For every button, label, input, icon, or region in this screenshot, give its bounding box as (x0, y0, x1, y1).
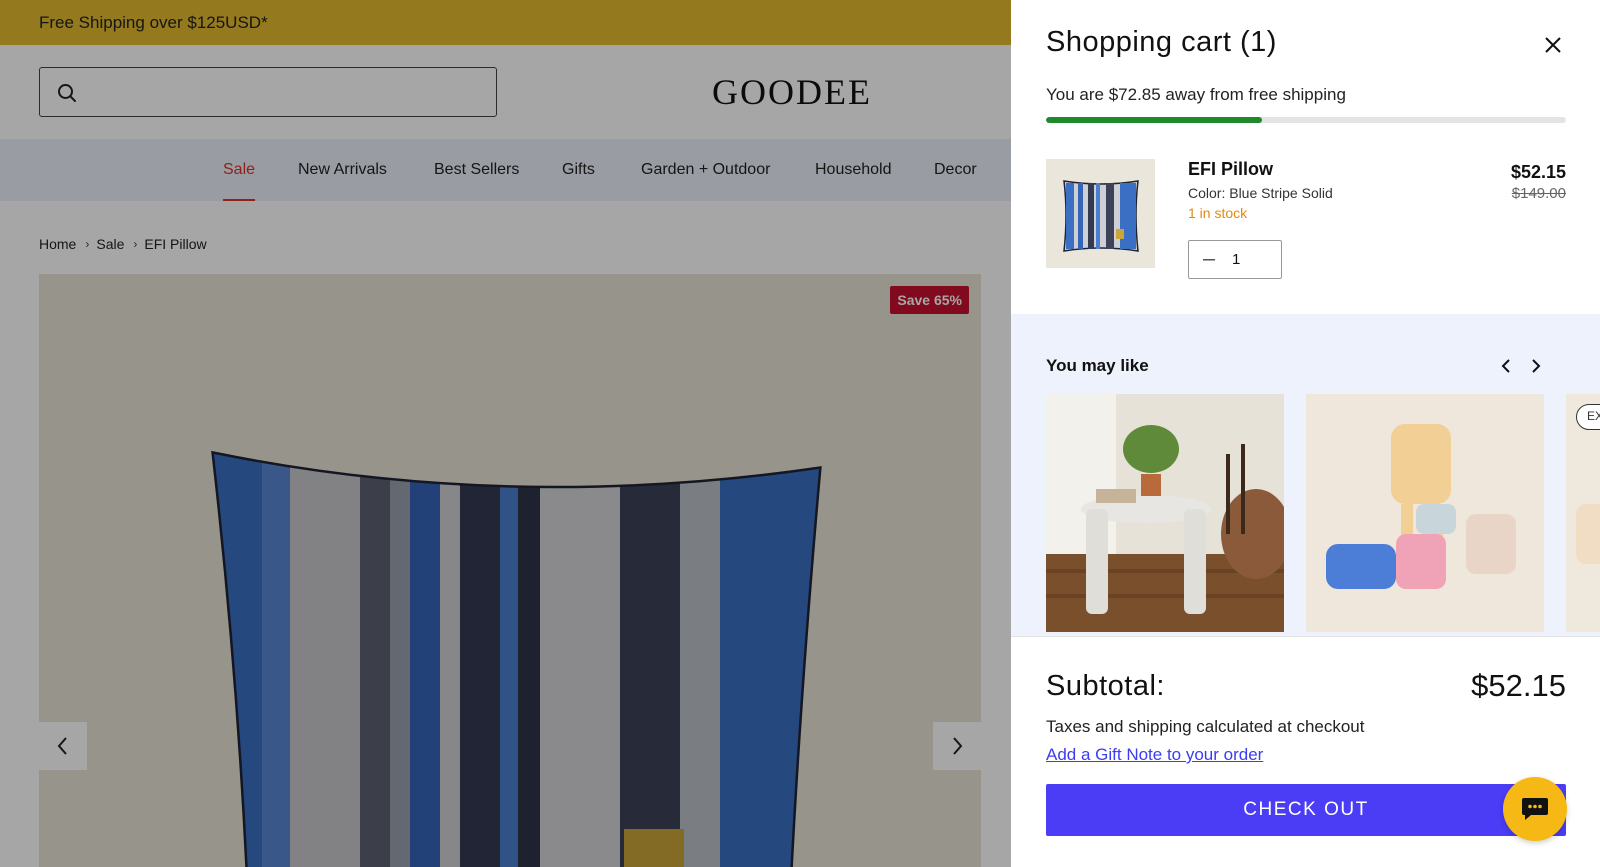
recommended-product-card[interactable]: EX (1566, 394, 1600, 632)
taxes-note: Taxes and shipping calculated at checkou… (1046, 717, 1365, 736)
recommended-product-card[interactable] (1046, 394, 1284, 632)
chat-button[interactable] (1503, 777, 1567, 841)
cart-item-color: Color: Blue Stripe Solid (1188, 185, 1333, 201)
page-dim-overlay[interactable] (0, 0, 1011, 867)
cart-title: Shopping cart (1) (1046, 26, 1277, 58)
cart-item-name[interactable]: EFI Pillow (1188, 159, 1273, 180)
recommended-product-card[interactable] (1306, 394, 1544, 632)
chat-icon (1522, 798, 1548, 820)
quantity-stepper: 1 (1188, 240, 1282, 279)
free-shipping-progress (1046, 117, 1566, 123)
cart-item-image[interactable] (1046, 159, 1155, 268)
cart-item-price: $52.15 (1510, 162, 1566, 182)
gift-note-link[interactable]: Add a Gift Note to your order (1046, 745, 1263, 765)
product-page: Free Shipping over $125USD* GOODEE Sale … (0, 0, 1011, 867)
checkout-button[interactable]: CHECK OUT (1046, 784, 1566, 836)
recommendations-title: You may like (1046, 356, 1149, 375)
side-table-image (1046, 394, 1284, 632)
free-shipping-message: You are $72.85 away from free shipping (1046, 85, 1346, 104)
footer-divider (1011, 636, 1600, 637)
chevron-left-icon[interactable] (1496, 356, 1516, 376)
progress-fill (1046, 117, 1262, 123)
quantity-decrease-button[interactable] (1199, 241, 1219, 278)
close-icon[interactable] (1542, 34, 1564, 56)
pillow-thumbnail (1046, 159, 1155, 268)
kids-chairs-image (1306, 394, 1544, 632)
subtotal-value: $52.15 (1471, 668, 1566, 703)
product-badge: EX (1576, 404, 1600, 430)
cart-item-stock: 1 in stock (1188, 205, 1248, 221)
cart-drawer: Shopping cart (1) You are $72.85 away fr… (1011, 0, 1600, 867)
cart-item-compare-price: $149.00 (1511, 185, 1566, 202)
minus-icon (1203, 258, 1215, 260)
subtotal-label: Subtotal: (1046, 670, 1165, 702)
recommendations-section: You may like EX (1011, 314, 1600, 636)
chevron-right-icon[interactable] (1526, 356, 1546, 376)
quantity-value[interactable]: 1 (1232, 251, 1240, 268)
